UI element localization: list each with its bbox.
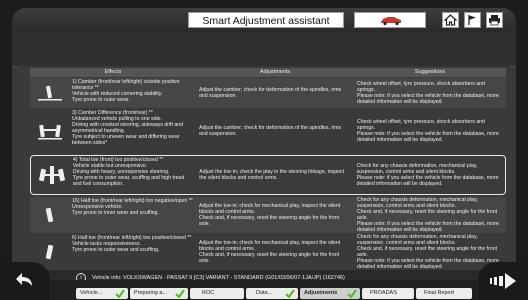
col-adjustments: Adjustments xyxy=(259,69,291,75)
adjustment-text: Adjust the camber; check for deformation… xyxy=(199,87,342,99)
tab-label: Final Report xyxy=(424,290,454,296)
car-icon xyxy=(381,17,401,26)
tab-roc[interactable]: ROC xyxy=(190,288,244,299)
table-row-selected[interactable]: 4) Total toe (front) too positive/closed… xyxy=(30,155,506,195)
back-button[interactable] xyxy=(0,262,50,300)
total-toe-icon xyxy=(31,156,71,194)
table-row[interactable]: 16) Half toe (front/rear left/right) too… xyxy=(30,197,506,233)
tab-data[interactable]: Data... xyxy=(246,288,298,299)
effect-text: 16) Half toe (front/rear left/right) too… xyxy=(72,198,193,216)
check-icon xyxy=(175,289,185,298)
table-row[interactable]: 3) Camber Difference (front/rear) ** Unb… xyxy=(30,109,506,153)
tab-adjustments[interactable]: Adjustments xyxy=(300,288,360,299)
home-icon xyxy=(444,14,457,26)
adjustment-text: Adjust the toe-in; check for mechanical … xyxy=(199,240,341,264)
print-icon xyxy=(489,15,500,26)
adjustment-text: Adjust the toe-in; check the play in the… xyxy=(199,169,345,181)
results-table: Effects Adjustments Suggestions 1) Cambe… xyxy=(18,66,510,270)
vehicle-indicator[interactable] xyxy=(354,12,426,28)
flag-button[interactable] xyxy=(464,12,481,28)
print-button[interactable] xyxy=(486,12,503,28)
tab-label: ROC xyxy=(202,290,215,296)
col-suggestions: Suggestions xyxy=(414,69,446,75)
check-icon xyxy=(347,289,357,298)
app-screen: Smart Adjustment assistant Effects Adjus… xyxy=(12,8,516,286)
tab-proadas[interactable]: PROADAS xyxy=(362,288,414,299)
tab-preparing[interactable]: Preparing a... xyxy=(130,288,188,299)
half-toe-negative-icon xyxy=(30,197,70,233)
camber-difference-icon xyxy=(30,109,70,153)
suggestion-text: Check for any chassis deformation, mecha… xyxy=(357,197,499,233)
suggestion-text: Check for any chassis deformation, mecha… xyxy=(357,234,499,270)
tab-vehicle[interactable]: Vehicle... xyxy=(76,288,128,299)
table-header: Effects Adjustments Suggestions xyxy=(30,68,506,77)
col-effects: Effects xyxy=(104,69,122,75)
top-bar: Smart Adjustment assistant xyxy=(12,8,516,32)
next-button[interactable] xyxy=(478,262,528,300)
effect-text: 4) Total toe (front) too positive/closed… xyxy=(72,157,185,187)
tab-label: Data... xyxy=(256,290,273,296)
flag-icon xyxy=(468,15,476,25)
check-icon xyxy=(115,289,125,298)
table-row[interactable]: 1) Camber (front/rear left/right) outsid… xyxy=(30,78,506,108)
tab-label: Preparing a... xyxy=(134,290,168,296)
adjustment-text: Adjust the toe-in; check for mechanical … xyxy=(199,203,341,227)
check-icon xyxy=(285,289,295,298)
camber-icon xyxy=(30,78,70,108)
tab-label: PROADAS xyxy=(370,290,397,296)
tab-label: Adjustments xyxy=(304,290,338,296)
toolbar-area xyxy=(12,32,516,67)
effect-text: 1) Camber (front/rear left/right) outsid… xyxy=(72,79,180,103)
tab-label: Vehicle... xyxy=(80,290,103,296)
suggestion-text: Check wheel offset, tyre pressure, shock… xyxy=(357,81,499,105)
table-row[interactable]: 6) Half toe (front/rear left/right) too … xyxy=(30,234,506,270)
tab-final-report[interactable]: Final Report xyxy=(416,288,472,299)
adjustment-text: Adjust the camber; check for deformation… xyxy=(199,125,342,137)
suggestion-text: Check wheel offset, tyre pressure, shock… xyxy=(357,119,499,143)
effect-text: 3) Camber Difference (front/rear) ** Unb… xyxy=(72,110,184,146)
page-title: Smart Adjustment assistant xyxy=(188,12,344,28)
effect-text: 6) Half toe (front/rear left/right) too … xyxy=(72,235,192,253)
next-arrow-icon xyxy=(490,273,516,289)
suggestion-text: Check for any chassis deformation, mecha… xyxy=(356,163,499,187)
home-button[interactable] xyxy=(442,12,459,28)
back-arrow-icon xyxy=(16,273,32,286)
